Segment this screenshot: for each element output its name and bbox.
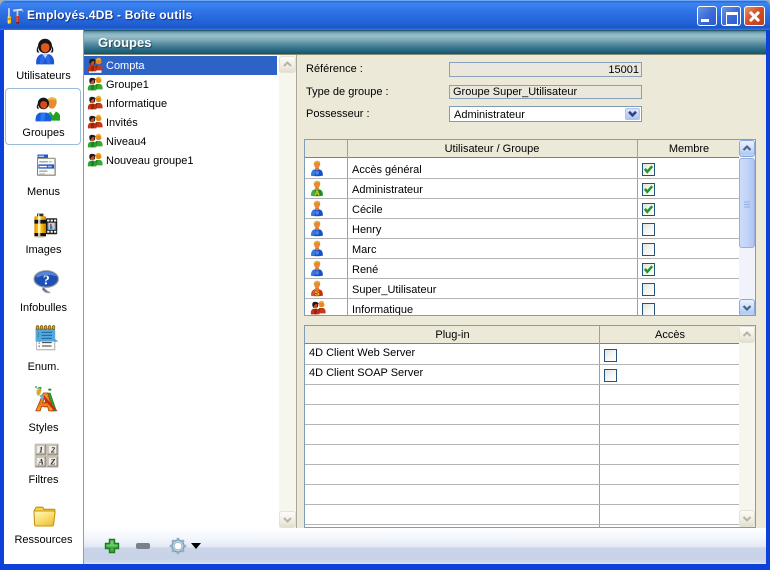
svg-text:A: A — [314, 189, 320, 197]
svg-text:2: 2 — [37, 334, 39, 338]
svg-text:Z: Z — [50, 458, 56, 467]
svg-text:S: S — [315, 289, 320, 297]
svg-text:A: A — [37, 458, 44, 467]
svg-text:?: ? — [43, 272, 50, 287]
svg-text:4: 4 — [38, 344, 40, 348]
svg-text:2: 2 — [50, 446, 55, 455]
svg-text:1: 1 — [39, 446, 43, 455]
